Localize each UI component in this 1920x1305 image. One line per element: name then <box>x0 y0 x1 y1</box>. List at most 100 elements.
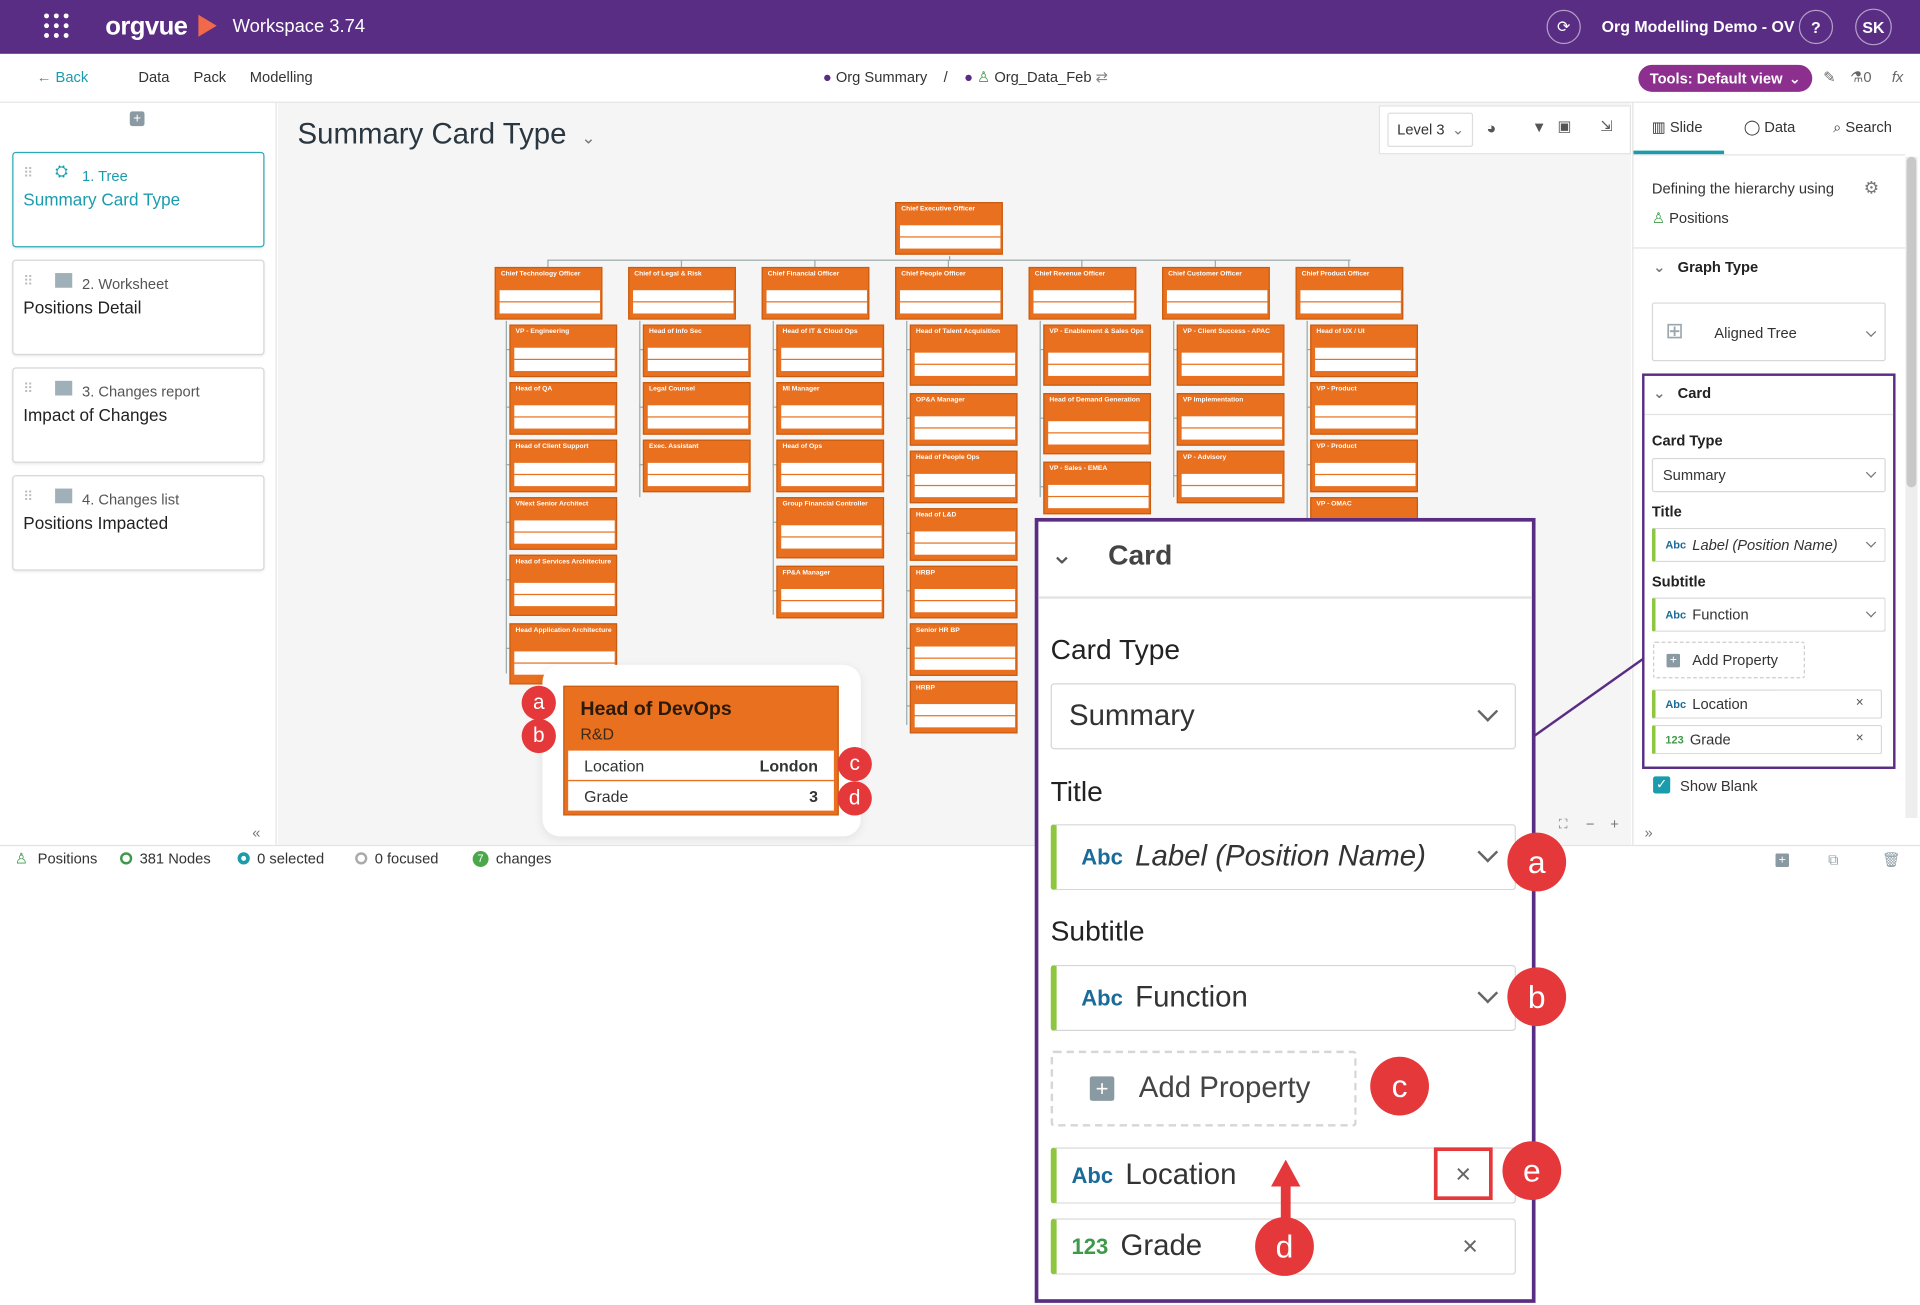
back-button[interactable]: ← Back <box>37 69 88 86</box>
drag-handle-icon[interactable]: ⠿ <box>23 489 33 505</box>
org-card[interactable]: Head of Talent Acquisition <box>909 324 1018 386</box>
slide-card-3[interactable]: ⠿ 3. Changes report Impact of Changes <box>12 367 265 463</box>
org-card[interactable]: Head of Info Sec <box>642 324 751 378</box>
org-card[interactable]: FP&A Manager <box>776 565 885 619</box>
example-card[interactable]: Head of DevOps R&D Location London Grade… <box>563 685 839 816</box>
export-icon[interactable]: ⇲ <box>1600 118 1612 135</box>
gear-icon[interactable]: ⚙ <box>1864 178 1879 199</box>
expand-right-icon[interactable]: » <box>1645 824 1653 841</box>
zoom-out-icon[interactable]: − <box>1586 816 1595 833</box>
menu-modelling[interactable]: Modelling <box>250 69 313 86</box>
zoom-title-select[interactable]: Abc Label (Position Name) <box>1050 824 1516 891</box>
org-card[interactable]: Head of L&D <box>909 508 1018 561</box>
tools-view-button[interactable]: Tools: Default view ⌄ <box>1638 64 1813 92</box>
crumb-org-summary[interactable]: Org Summary <box>836 69 927 86</box>
formula-button[interactable]: fx <box>1892 69 1903 86</box>
org-card[interactable]: VNext Senior Architect <box>509 497 618 550</box>
user-avatar[interactable]: SK <box>1855 8 1892 46</box>
org-card[interactable]: Head of UX / UI <box>1310 324 1418 378</box>
app-launcher-icon[interactable] <box>44 13 71 40</box>
org-card[interactable]: Chief People Officer <box>895 266 1003 320</box>
org-card[interactable]: HRBP <box>909 680 1018 734</box>
zoom-remove-grade-icon[interactable]: × <box>1462 1231 1478 1263</box>
org-card[interactable]: VP - Sales - EMEA <box>1043 461 1152 515</box>
level-select[interactable]: Level 3 ⌄ <box>1387 112 1474 147</box>
drag-handle-icon[interactable]: ⠿ <box>23 273 33 289</box>
graph-type-header[interactable]: ⌄ Graph Type <box>1653 258 1758 275</box>
remove-grade-icon[interactable]: × <box>1856 731 1864 746</box>
org-card[interactable]: Chief Customer Officer <box>1162 266 1270 320</box>
page-title[interactable]: Summary Card Type ⌄ <box>298 118 596 152</box>
add-node-icon[interactable]: + <box>1775 853 1789 867</box>
graph-type-select[interactable]: ⊞ Aligned Tree <box>1651 302 1886 362</box>
menu-pack[interactable]: Pack <box>193 69 226 86</box>
org-card[interactable]: Chief Technology Officer <box>494 266 603 320</box>
fit-screen-icon[interactable]: ⛶ <box>1559 818 1568 831</box>
property-grade[interactable]: 123 Grade × <box>1651 724 1883 755</box>
org-card[interactable]: Chief Executive Officer <box>895 202 1003 255</box>
dataset-name[interactable]: Org Modelling Demo - OV <box>1602 17 1795 35</box>
zoom-add-property-button[interactable]: + Add Property <box>1050 1050 1357 1127</box>
org-card[interactable]: Group Financial Controller <box>776 497 885 559</box>
title-select[interactable]: Abc Label (Position Name) <box>1651 527 1886 563</box>
org-card[interactable]: Head of QA <box>509 382 618 435</box>
remove-location-icon[interactable]: × <box>1856 696 1864 711</box>
org-card[interactable]: VP - Product <box>1310 439 1418 493</box>
zoom-card-type-select[interactable]: Summary <box>1050 683 1516 750</box>
zoom-subtitle-select[interactable]: Abc Function <box>1050 964 1516 1032</box>
copy-node-icon[interactable]: ⧉ <box>1828 851 1839 869</box>
org-card[interactable]: Head of Demand Generation <box>1043 393 1152 455</box>
refresh-button[interactable]: ⟳ <box>1546 9 1581 45</box>
show-blank-checkbox[interactable]: ✓ <box>1653 776 1671 794</box>
org-card[interactable]: VP Implementation <box>1176 393 1285 446</box>
org-card[interactable]: HRBP <box>909 565 1018 619</box>
collapse-left-icon[interactable]: « <box>252 824 260 841</box>
org-card[interactable]: MI Manager <box>776 382 885 435</box>
org-card[interactable]: Chief Revenue Officer <box>1028 266 1137 320</box>
card-header[interactable]: ⌄ Card <box>1653 384 1711 401</box>
status-selected[interactable]: 0 selected <box>237 850 324 867</box>
org-card[interactable]: Exec. Assistant <box>642 439 751 493</box>
org-card[interactable]: VP - Advisory <box>1176 450 1285 504</box>
tab-data[interactable]: ◯ Data <box>1744 119 1796 136</box>
status-focused[interactable]: 0 focused <box>355 850 438 867</box>
org-card[interactable]: Legal Counsel <box>642 382 751 435</box>
org-card[interactable]: Chief of Legal & Risk <box>628 266 736 320</box>
org-card[interactable]: OP&A Manager <box>909 393 1018 446</box>
slide-card-4[interactable]: ⠿ 4. Changes list Positions Impacted <box>12 475 265 571</box>
scrollbar-thumb[interactable] <box>1906 156 1917 488</box>
tab-slide[interactable]: ▥ Slide <box>1652 119 1703 136</box>
pin-icon[interactable]: ✎ <box>1823 69 1835 86</box>
drag-handle-icon[interactable]: ⠿ <box>23 165 33 182</box>
help-button[interactable]: ? <box>1798 9 1834 45</box>
filter-icon[interactable]: ▼ <box>1532 119 1547 136</box>
drag-handle-icon[interactable]: ⠿ <box>23 381 33 397</box>
hierarchy-value[interactable]: ♙ Positions <box>1652 209 1729 226</box>
status-positions[interactable]: ♙ Positions <box>15 850 98 867</box>
org-card[interactable]: VP - Product <box>1310 382 1418 435</box>
org-card[interactable]: Head of Client Support <box>509 439 618 493</box>
org-card[interactable]: Head of IT & Cloud Ops <box>776 324 885 378</box>
subtitle-select[interactable]: Abc Function <box>1651 597 1886 632</box>
slide-card-1[interactable]: ⠿ ⛭ 1. Tree Summary Card Type <box>12 151 265 248</box>
org-card[interactable]: VP - Enablement & Sales Ops <box>1043 324 1152 386</box>
palette-icon[interactable]: ◕ <box>1487 119 1497 137</box>
menu-data[interactable]: Data <box>138 69 169 86</box>
org-card[interactable]: VP - Engineering <box>509 324 618 378</box>
right-scrollbar[interactable] <box>1905 156 1918 818</box>
status-changes[interactable]: 7 changes <box>472 850 551 867</box>
org-card[interactable]: Senior HR BP <box>909 623 1018 676</box>
org-card[interactable]: Head of Ops <box>776 439 885 493</box>
flask-counter[interactable]: ⚗0 <box>1850 69 1871 86</box>
layers-icon[interactable]: ▣ <box>1558 118 1572 135</box>
org-card[interactable]: Head of People Ops <box>909 450 1018 504</box>
crumb-dataset[interactable]: Org_Data_Feb <box>994 69 1091 86</box>
trash-icon[interactable]: 🗑 <box>1882 851 1901 868</box>
zoom-remove-location-icon[interactable]: × <box>1433 1147 1493 1201</box>
zoom-in-icon[interactable]: + <box>1610 816 1619 833</box>
add-slide-icon[interactable]: + <box>129 111 145 127</box>
card-type-select[interactable]: Summary <box>1651 457 1886 493</box>
org-card[interactable]: Chief Financial Officer <box>761 266 870 320</box>
add-property-button[interactable]: + Add Property <box>1653 641 1805 679</box>
org-card[interactable]: Chief Product Officer <box>1295 266 1404 320</box>
